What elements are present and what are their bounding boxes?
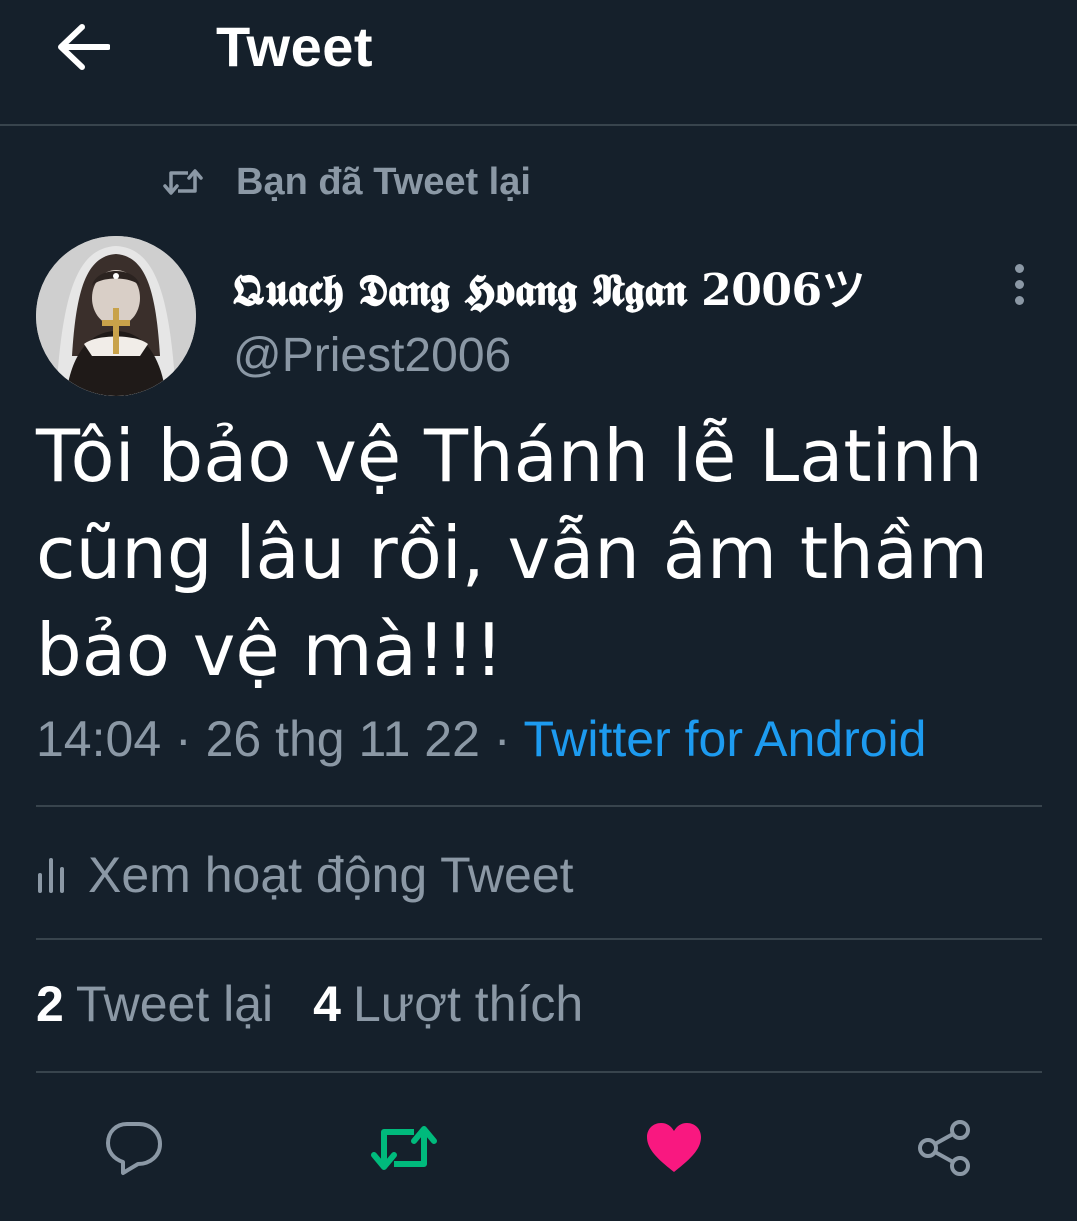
bar-chart-icon: [38, 858, 64, 893]
page-title: Tweet: [216, 15, 374, 78]
share-icon: [918, 1120, 970, 1176]
likes-stat[interactable]: 4 Lượt thích: [313, 975, 583, 1033]
retweets-label: Tweet lại: [75, 976, 274, 1032]
retweet-button[interactable]: [368, 1112, 440, 1184]
more-vertical-icon: [1014, 263, 1024, 273]
tweet-time[interactable]: 14:04: [36, 711, 161, 767]
like-button[interactable]: [638, 1112, 710, 1184]
meta-separator: ·: [493, 711, 511, 767]
divider: [36, 1071, 1042, 1073]
tweet-activity-link[interactable]: Xem hoạt động Tweet: [36, 840, 574, 910]
likes-count: 4: [313, 976, 341, 1032]
more-vertical-icon-dot: [1014, 295, 1024, 305]
arrow-left-icon: [58, 24, 110, 70]
back-button[interactable]: [48, 18, 118, 76]
tweet-stats: 2 Tweet lại 4 Lượt thích: [36, 975, 583, 1033]
likes-label: Lượt thích: [352, 976, 584, 1032]
tweet-date[interactable]: 26 thg 11 22: [206, 711, 480, 767]
retweet-icon: [371, 1126, 437, 1170]
author-username[interactable]: @Priest2006: [233, 328, 511, 383]
tweet-text: Tôi bảo vệ Thánh lễ Latinh cũng lâu rồi,…: [36, 414, 989, 692]
tweet-activity-label: Xem hoạt động Tweet: [88, 847, 574, 903]
more-vertical-icon-dot: [1014, 279, 1024, 289]
avatar[interactable]: [36, 236, 196, 396]
author-display-name[interactable]: 𝕼𝖚𝖆𝖈𝖍 𝕯𝖆𝖓𝖌 𝕳𝖔𝖆𝖓𝖌 𝕹𝖌𝖆𝖓 𝟐𝟎𝟎𝟔ツ: [232, 254, 866, 318]
reply-icon: [106, 1122, 162, 1175]
meta-separator: ·: [175, 711, 192, 767]
retweets-count: 2: [36, 976, 64, 1032]
retweets-stat[interactable]: 2 Tweet lại: [36, 975, 273, 1033]
more-button[interactable]: [996, 254, 1042, 314]
action-bar: [0, 1100, 1077, 1190]
retweet-icon: [163, 169, 203, 195]
avatar-image: [36, 236, 196, 396]
social-context: Bạn đã Tweet lại: [162, 156, 531, 208]
heart-icon: [647, 1123, 701, 1172]
divider: [36, 805, 1042, 807]
top-bar: Tweet: [0, 0, 1077, 126]
tweet-meta: 14:04 · 26 thg 11 22 · Twitter for Andro…: [36, 710, 926, 768]
share-button[interactable]: [908, 1112, 980, 1184]
reply-button[interactable]: [98, 1112, 170, 1184]
divider: [36, 938, 1042, 940]
tweet-source-link[interactable]: Twitter for Android: [523, 711, 926, 767]
retweeted-by-label: Bạn đã Tweet lại: [236, 160, 531, 203]
